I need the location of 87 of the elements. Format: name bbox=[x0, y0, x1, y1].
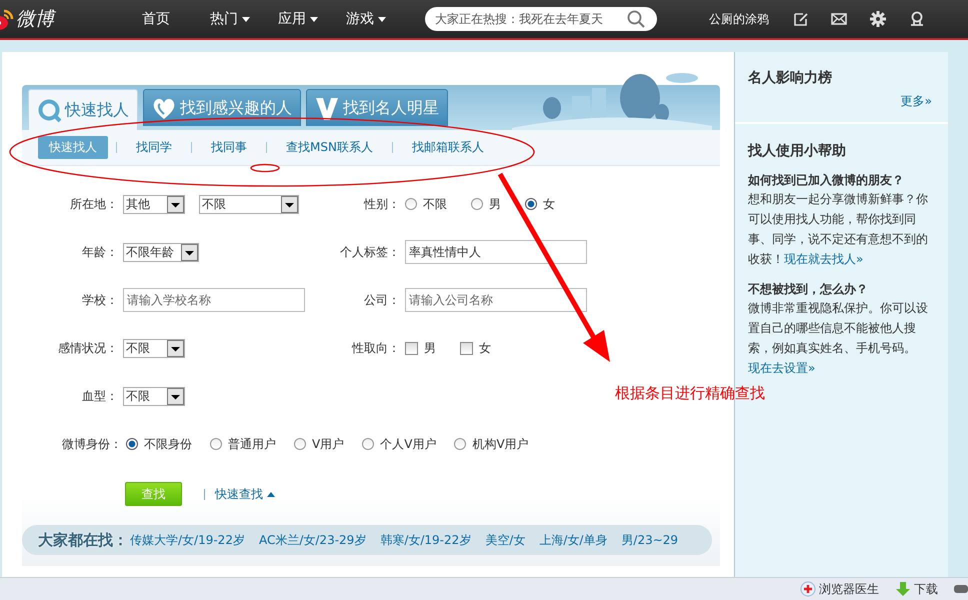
field-label: 个人标签： bbox=[339, 244, 400, 260]
section-title: 找人使用小帮助 bbox=[748, 142, 847, 160]
help-text: 想和朋友一起分享微博新鲜事？你可以使用找人功能，帮你找到同事、同学，说不定还有意想不到的收获！现在就去找人» bbox=[748, 191, 929, 268]
option-label: 个人V用户 bbox=[380, 436, 436, 452]
help-question: 如何找到已加入微博的朋友？ bbox=[748, 172, 905, 189]
field-label: 性取向： bbox=[350, 340, 400, 356]
popular-search-link[interactable]: 传媒大学/女/19-22岁 bbox=[130, 532, 245, 548]
field-label: 感情状况： bbox=[57, 340, 118, 356]
tab[interactable]: 快速找人 bbox=[28, 89, 138, 130]
option-label: 女 bbox=[543, 196, 555, 212]
text-input-field[interactable]: 请输入学校名称 bbox=[123, 288, 305, 312]
help-link[interactable]: 现在去设置» bbox=[748, 361, 816, 375]
radio-button[interactable] bbox=[471, 198, 483, 210]
option-label: 不限 bbox=[423, 196, 447, 212]
radio-option[interactable]: 男 bbox=[471, 196, 501, 212]
nav-link[interactable]: 首页 bbox=[142, 10, 210, 28]
tag-input-field[interactable]: 率真性情中人 bbox=[405, 240, 587, 264]
help-text: 微博非常重视隐私保护。你可以设置自己的哪些信息不能被他人搜索，例如真实姓名、手机号码。 现在去设置» bbox=[748, 300, 929, 377]
nav-link[interactable]: 热门 bbox=[210, 10, 278, 28]
radio-button[interactable] bbox=[362, 438, 374, 450]
dropdown[interactable]: 其他 bbox=[123, 194, 185, 214]
option-label: 男 bbox=[424, 340, 436, 356]
search-field[interactable]: 大家正在热搜：我死在去年夏天 bbox=[425, 7, 657, 31]
quick-search-link[interactable]: 快速查找 bbox=[215, 486, 275, 502]
subtab[interactable]: 找同事 bbox=[200, 136, 258, 159]
popular-search-link[interactable]: 男/23~29 bbox=[621, 532, 678, 548]
popular-search-link[interactable]: 上海/女/单身 bbox=[539, 532, 608, 548]
field-label: 血型： bbox=[81, 388, 118, 404]
radio-option[interactable]: 女 bbox=[525, 196, 555, 212]
more-link[interactable]: 更多» bbox=[900, 93, 932, 110]
annotation-text: 根据条目进行精确查找 bbox=[615, 384, 765, 403]
status-bar-button[interactable]: 下载 bbox=[895, 580, 938, 598]
username-link[interactable]: 公厕的涂鸦 bbox=[709, 10, 769, 28]
field-label: 年龄： bbox=[81, 244, 118, 260]
plus-badge-icon bbox=[800, 581, 816, 597]
option-label: 不限身份 bbox=[144, 436, 192, 452]
text-input-field[interactable]: 请输入公司名称 bbox=[405, 288, 587, 312]
popular-search-link[interactable]: 美空/女 bbox=[485, 532, 526, 548]
radio-option[interactable]: 不限身份 bbox=[126, 436, 192, 452]
section-title: 名人影响力榜 bbox=[748, 69, 833, 87]
status-bar-button[interactable]: 浏览器医生 bbox=[800, 580, 879, 598]
search-icon bbox=[627, 10, 645, 28]
help-question: 不想被找到，怎么办？ bbox=[748, 281, 869, 298]
dropdown[interactable]: 不限 bbox=[123, 338, 185, 358]
search-icon bbox=[37, 98, 61, 122]
nav-link[interactable]: 应用 bbox=[278, 10, 346, 28]
radio-button[interactable] bbox=[405, 198, 417, 210]
subtab[interactable]: 找同学 bbox=[125, 136, 183, 159]
radio-option[interactable]: 不限 bbox=[405, 196, 447, 212]
field-label: 所在地： bbox=[69, 196, 118, 212]
radio-button[interactable] bbox=[525, 198, 537, 210]
down-arrow-icon bbox=[895, 581, 911, 597]
radio-option[interactable]: V用户 bbox=[294, 436, 344, 452]
radio-button[interactable] bbox=[294, 438, 306, 450]
dropdown[interactable]: 不限 bbox=[199, 194, 299, 214]
popular-search-link[interactable]: AC米兰/女/23-29岁 bbox=[258, 532, 366, 548]
field-label: 学校： bbox=[81, 292, 118, 308]
radio-button[interactable] bbox=[210, 438, 222, 450]
option-label: 普通用户 bbox=[228, 436, 276, 452]
dropdown[interactable]: 不限 bbox=[123, 386, 185, 406]
option-label: V用户 bbox=[312, 436, 344, 452]
subtab[interactable]: 查找MSN联系人 bbox=[275, 136, 384, 159]
radio-option[interactable]: 普通用户 bbox=[210, 436, 276, 452]
nav-link[interactable]: 游戏 bbox=[346, 10, 414, 28]
checkbox[interactable] bbox=[460, 342, 473, 354]
caret-up-icon bbox=[267, 492, 275, 496]
radio-option[interactable]: 机构V用户 bbox=[454, 436, 529, 452]
field-label: 微博身份： bbox=[62, 436, 122, 452]
logo-text[interactable]: 微博 bbox=[16, 6, 54, 32]
option-label: 男 bbox=[489, 196, 501, 212]
radio-button[interactable] bbox=[126, 438, 138, 450]
popular-search-link[interactable]: 韩寒/女/19-22岁 bbox=[380, 532, 472, 548]
help-link[interactable]: 现在就去找人» bbox=[784, 252, 864, 266]
popular-title: 大家都在找： bbox=[38, 530, 128, 550]
radio-option[interactable]: 个人V用户 bbox=[362, 436, 436, 452]
field-label: 公司： bbox=[363, 292, 400, 308]
settings-icon[interactable] bbox=[869, 10, 887, 28]
radio-button[interactable] bbox=[454, 438, 466, 450]
subtab[interactable]: 找邮箱联系人 bbox=[400, 136, 495, 159]
edit-icon[interactable] bbox=[793, 11, 809, 27]
checkbox[interactable] bbox=[405, 342, 418, 354]
field-label: 性别： bbox=[362, 196, 400, 212]
dropdown[interactable]: 不限年龄 bbox=[123, 242, 199, 262]
option-label: 女 bbox=[479, 340, 491, 356]
v-icon bbox=[315, 96, 339, 120]
mail-icon[interactable] bbox=[831, 12, 847, 26]
option-label: 机构V用户 bbox=[472, 436, 529, 452]
